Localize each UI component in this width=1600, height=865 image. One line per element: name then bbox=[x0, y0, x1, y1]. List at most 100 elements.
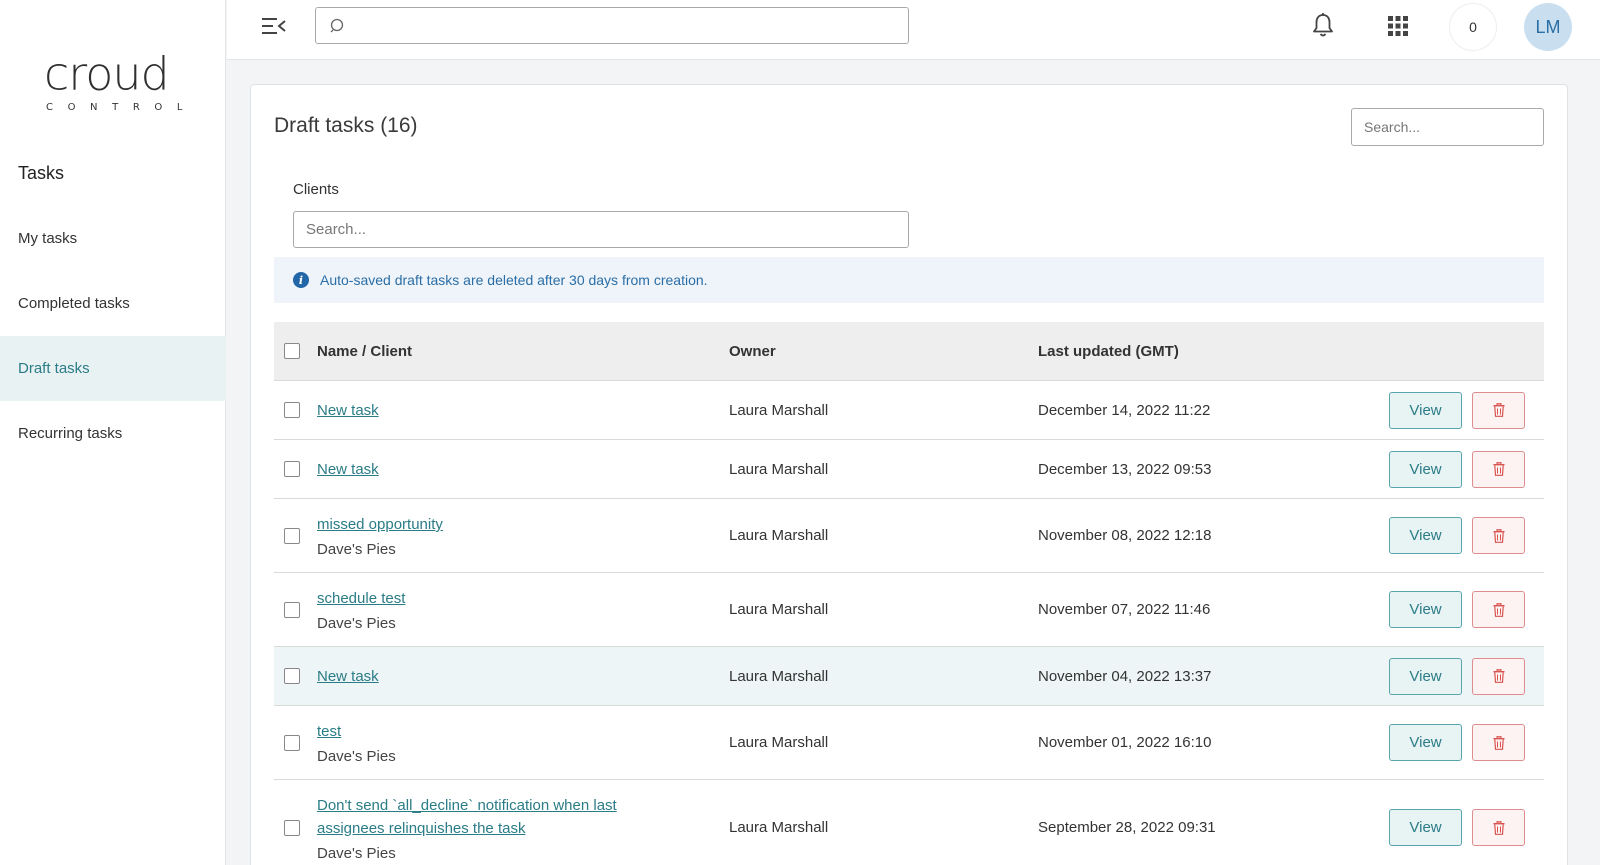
sidebar: croud CONTROL Tasks My tasks Completed t… bbox=[0, 0, 226, 865]
row-checkbox[interactable] bbox=[284, 461, 300, 477]
name-cell: New task bbox=[317, 399, 729, 422]
row-actions: View bbox=[1389, 724, 1525, 761]
table-header: Name / Client Owner Last updated (GMT) bbox=[274, 322, 1544, 381]
updated-cell: September 28, 2022 09:31 bbox=[1038, 819, 1216, 836]
task-link[interactable]: Don't send `all_decline` notification wh… bbox=[317, 794, 649, 840]
info-icon: i bbox=[293, 272, 309, 288]
updated-cell: November 08, 2022 12:18 bbox=[1038, 527, 1212, 544]
delete-button[interactable] bbox=[1472, 809, 1525, 846]
delete-button[interactable] bbox=[1472, 391, 1525, 429]
row-checkbox[interactable] bbox=[284, 819, 300, 836]
trash-icon bbox=[1493, 403, 1504, 417]
table-row: New task Laura Marshall November 04, 202… bbox=[274, 647, 1544, 706]
bell-icon[interactable] bbox=[1311, 12, 1335, 43]
view-button[interactable]: View bbox=[1389, 517, 1462, 554]
view-button[interactable]: View bbox=[1389, 724, 1462, 761]
updated-cell: December 14, 2022 11:22 bbox=[1038, 401, 1211, 419]
clients-label: Clients bbox=[293, 181, 339, 198]
page-title: Draft tasks (16) bbox=[274, 114, 418, 137]
task-link[interactable]: New task bbox=[317, 458, 729, 481]
table-row: Don't send `all_decline` notification wh… bbox=[274, 780, 1544, 865]
trash-icon bbox=[1493, 462, 1504, 476]
row-actions: View bbox=[1389, 450, 1525, 488]
global-search[interactable] bbox=[315, 7, 909, 44]
trash-icon bbox=[1493, 669, 1504, 683]
view-button[interactable]: View bbox=[1389, 450, 1462, 488]
row-checkbox[interactable] bbox=[284, 668, 300, 684]
row-checkbox[interactable] bbox=[284, 601, 300, 618]
sidebar-item-recurring-tasks[interactable]: Recurring tasks bbox=[0, 401, 226, 466]
trash-icon bbox=[1493, 820, 1504, 835]
task-link[interactable]: missed opportunity bbox=[317, 513, 729, 536]
delete-button[interactable] bbox=[1472, 724, 1525, 761]
view-button[interactable]: View bbox=[1389, 809, 1462, 846]
owner-cell: Laura Marshall bbox=[729, 401, 829, 419]
delete-button[interactable] bbox=[1472, 591, 1525, 628]
sidebar-item-my-tasks[interactable]: My tasks bbox=[0, 206, 226, 271]
delete-button[interactable] bbox=[1472, 517, 1525, 554]
owner-cell: Laura Marshall bbox=[729, 527, 829, 544]
info-text: Auto-saved draft tasks are deleted after… bbox=[320, 272, 708, 288]
task-link[interactable]: schedule test bbox=[317, 587, 729, 610]
draft-tasks-card: Draft tasks (16) Clients i Auto-saved dr… bbox=[250, 84, 1568, 865]
owner-cell: Laura Marshall bbox=[729, 819, 829, 836]
table-row: missed opportunity Dave's Pies Laura Mar… bbox=[274, 499, 1544, 573]
global-search-input[interactable] bbox=[352, 8, 902, 43]
row-actions: View bbox=[1389, 657, 1525, 695]
updated-cell: December 13, 2022 09:53 bbox=[1038, 460, 1212, 478]
info-banner: i Auto-saved draft tasks are deleted aft… bbox=[274, 257, 1544, 303]
draft-tasks-table: Name / Client Owner Last updated (GMT) N… bbox=[274, 322, 1544, 865]
name-cell: missed opportunity Dave's Pies bbox=[317, 513, 729, 558]
column-header-updated[interactable]: Last updated (GMT) bbox=[1038, 343, 1368, 360]
logo-subtitle: CONTROL bbox=[46, 102, 198, 113]
view-button[interactable]: View bbox=[1389, 591, 1462, 628]
view-button[interactable]: View bbox=[1389, 657, 1462, 695]
row-actions: View bbox=[1389, 391, 1525, 429]
owner-cell: Laura Marshall bbox=[729, 667, 829, 685]
name-cell: New task bbox=[317, 665, 729, 688]
client-name: Dave's Pies bbox=[317, 541, 396, 558]
row-actions: View bbox=[1389, 517, 1525, 554]
clients-search-input[interactable] bbox=[293, 211, 909, 248]
row-checkbox[interactable] bbox=[284, 527, 300, 544]
name-cell: schedule test Dave's Pies bbox=[317, 587, 729, 632]
table-row: schedule test Dave's Pies Laura Marshall… bbox=[274, 573, 1544, 647]
view-button[interactable]: View bbox=[1389, 391, 1462, 429]
table-row: New task Laura Marshall December 13, 202… bbox=[274, 440, 1544, 499]
name-cell: test Dave's Pies bbox=[317, 720, 729, 765]
client-name: Dave's Pies bbox=[317, 615, 396, 632]
apps-grid-icon[interactable] bbox=[1387, 15, 1409, 42]
row-checkbox[interactable] bbox=[284, 734, 300, 751]
select-all-checkbox[interactable] bbox=[284, 343, 300, 359]
client-name: Dave's Pies bbox=[317, 844, 396, 862]
row-actions: View bbox=[1389, 809, 1525, 846]
task-link[interactable]: New task bbox=[317, 399, 729, 422]
table-row: test Dave's Pies Laura Marshall November… bbox=[274, 706, 1544, 780]
task-link[interactable]: New task bbox=[317, 665, 729, 688]
trash-icon bbox=[1493, 602, 1504, 617]
delete-button[interactable] bbox=[1472, 450, 1525, 488]
menu-collapse-icon[interactable] bbox=[261, 14, 287, 38]
owner-cell: Laura Marshall bbox=[729, 734, 829, 751]
table-row: New task Laura Marshall December 14, 202… bbox=[274, 381, 1544, 440]
owner-cell: Laura Marshall bbox=[729, 460, 829, 478]
tasks-search-input[interactable] bbox=[1351, 108, 1544, 146]
trash-icon bbox=[1493, 735, 1504, 750]
client-name: Dave's Pies bbox=[317, 748, 396, 765]
trash-icon bbox=[1493, 528, 1504, 543]
croud-control-logo[interactable]: croud CONTROL bbox=[44, 46, 184, 122]
row-checkbox[interactable] bbox=[284, 402, 300, 418]
points-counter[interactable]: 0 bbox=[1449, 3, 1497, 51]
updated-cell: November 07, 2022 11:46 bbox=[1038, 601, 1211, 618]
name-cell: Don't send `all_decline` notification wh… bbox=[317, 794, 729, 862]
sidebar-heading: Tasks bbox=[18, 163, 65, 183]
logo-wordmark: croud bbox=[44, 47, 170, 101]
task-link[interactable]: test bbox=[317, 720, 729, 743]
updated-cell: November 04, 2022 13:37 bbox=[1038, 667, 1212, 685]
column-header-owner[interactable]: Owner bbox=[729, 343, 1038, 360]
column-header-name[interactable]: Name / Client bbox=[317, 343, 729, 360]
sidebar-item-draft-tasks[interactable]: Draft tasks bbox=[0, 336, 226, 401]
avatar[interactable]: LM bbox=[1524, 3, 1572, 51]
sidebar-item-completed-tasks[interactable]: Completed tasks bbox=[0, 271, 226, 336]
delete-button[interactable] bbox=[1472, 657, 1525, 695]
